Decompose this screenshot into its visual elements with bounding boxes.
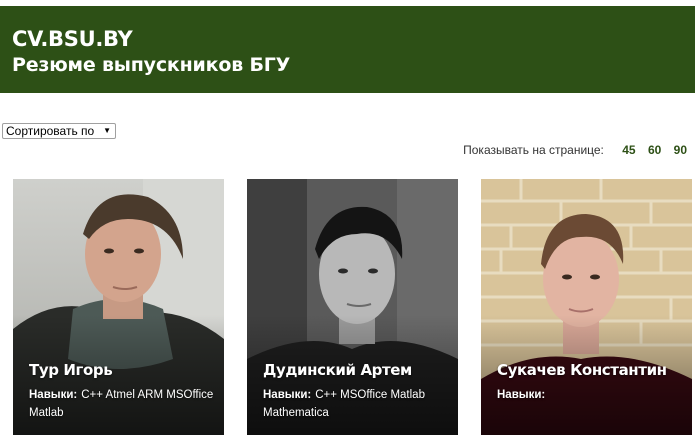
graduate-card[interactable]: Тур Игорь Навыки: C++ Atmel ARM MSOffice … <box>13 179 224 435</box>
dropdown-arrow-icon: ▼ <box>103 126 111 135</box>
graduate-name[interactable]: Дудинский Артем <box>263 361 412 379</box>
graduate-skills: Навыки: C++ MSOffice Matlab Mathematica <box>263 386 453 422</box>
site-subtitle: Резюме выпускников БГУ <box>12 54 291 76</box>
per-page-label: Показывать на странице: <box>463 143 604 157</box>
graduate-card[interactable]: Сукачев Константин Навыки: <box>481 179 692 435</box>
graduate-skills: Навыки: C++ Atmel ARM MSOffice Matlab <box>29 386 219 422</box>
per-page-selector: Показывать на странице: 45 60 90 <box>463 143 687 157</box>
sort-dropdown-label: Сортировать по <box>6 124 95 138</box>
graduate-skills: Навыки: <box>497 386 687 404</box>
sort-dropdown[interactable]: Сортировать по ▼ <box>2 123 116 139</box>
per-page-option-60[interactable]: 60 <box>648 143 661 157</box>
graduate-name[interactable]: Сукачев Константин <box>497 361 667 379</box>
graduate-card[interactable]: Дудинский Артем Навыки: C++ MSOffice Matl… <box>247 179 458 435</box>
site-header: CV.BSU.BY Резюме выпускников БГУ <box>0 6 695 93</box>
graduate-name[interactable]: Тур Игорь <box>29 361 113 379</box>
skills-label: Навыки: <box>29 389 78 401</box>
per-page-option-45[interactable]: 45 <box>622 143 635 157</box>
per-page-option-90[interactable]: 90 <box>674 143 687 157</box>
skills-label: Навыки: <box>263 389 312 401</box>
site-logo-title[interactable]: CV.BSU.BY <box>12 27 133 51</box>
skills-label: Навыки: <box>497 389 546 401</box>
